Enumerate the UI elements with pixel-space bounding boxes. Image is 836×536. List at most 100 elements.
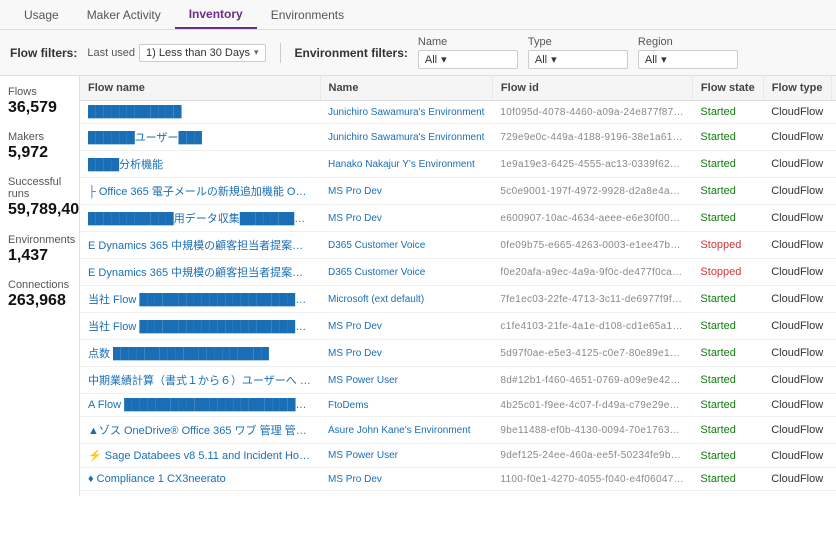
- table-cell-flow-name[interactable]: E Dynamics 365 中規模の顧客担当者提案補助機能: [80, 259, 320, 286]
- table-cell-flow-state: Started: [692, 205, 763, 232]
- last-used-filter-group: Last used 1) Less than 30 Days ▾: [87, 44, 265, 62]
- table-cell-flow-id: 1100-f0e1-4270-4055-f040-e4f060477f15: [492, 468, 692, 491]
- table-cell-flow-state: Started: [692, 313, 763, 340]
- last-used-select[interactable]: 1) Less than 30 Days ▾: [139, 44, 265, 62]
- last-used-chevron-icon: ▾: [254, 47, 259, 58]
- col-header-flow-state[interactable]: Flow state: [692, 76, 763, 101]
- stat-runs-label: Successful runs: [8, 176, 71, 200]
- stat-makers: Makers 5,972: [8, 131, 71, 162]
- top-nav: Usage Maker Activity Inventory Environme…: [0, 0, 836, 30]
- table-cell-flow-state: Started: [692, 444, 763, 468]
- table-row: ♦ Compliance 1 CX3neeratoMS Pro Dev1100-…: [80, 468, 836, 491]
- table-cell-flow-state: Started: [692, 367, 763, 394]
- name-filter-select[interactable]: All ▾: [418, 50, 518, 69]
- table-cell-flow-state: Started: [692, 124, 763, 151]
- last-used-label: Last used: [87, 47, 135, 59]
- table-cell-name[interactable]: Asure John Kane's Environment: [320, 417, 492, 444]
- table-cell-flow-type: CloudFlow: [763, 232, 831, 259]
- table-cell-name[interactable]: D365 Customer Voice: [320, 259, 492, 286]
- table-cell-flow-name[interactable]: ├ Office 365 電子メールの新規追加機能 OneDrive for B…: [80, 178, 320, 205]
- table-cell-name[interactable]: MS Power User: [320, 444, 492, 468]
- table-cell-flow-name[interactable]: ████████████: [80, 101, 320, 124]
- table-cell-flow-id: 100fa0e-cd98-490a-0743-c0f196fa04c1: [492, 491, 692, 497]
- table-cell-flow-id: 7fe1ec03-22fe-4713-3c11-de6977f9f0e1: [492, 286, 692, 313]
- tab-environments[interactable]: Environments: [257, 2, 358, 28]
- table-cell-flow-type: CloudFlow: [763, 124, 831, 151]
- stat-conn-label: Connections: [8, 279, 71, 291]
- table-cell-flow-name[interactable]: ♦ Compliance 1 CX3neerato: [80, 468, 320, 491]
- table-cell-name[interactable]: Junichiro Sawamura's Environment: [320, 101, 492, 124]
- table-cell-name[interactable]: Junichiro Sawamura's Environment: [320, 124, 492, 151]
- type-filter-select[interactable]: All ▾: [528, 50, 628, 69]
- tab-inventory[interactable]: Inventory: [175, 1, 257, 29]
- table-row: ⚡ Sage Databees v8 5.11 and Incident Hou…: [80, 444, 836, 468]
- table-cell-flow-id: e600907-10ac-4634-aeee-e6e30f000e86: [492, 205, 692, 232]
- table-cell-flow-name[interactable]: 中期業績計算（書式１から６）ユーザーへ To Do 生産的な仕事: [80, 367, 320, 394]
- table-cell-name[interactable]: MS Pro Dev: [320, 340, 492, 367]
- table-cell-flow-type: CloudFlow: [763, 417, 831, 444]
- name-filter-value: All: [425, 54, 437, 66]
- table-cell-name[interactable]: MS Power User: [320, 367, 492, 394]
- stat-conn-value: 263,968: [8, 291, 71, 310]
- table-row: ♦⚡ Kamate Fend Bot - Blank FendMS Pro De…: [80, 491, 836, 497]
- table-cell-name[interactable]: MS Pro Dev: [320, 205, 492, 232]
- table-cell-name[interactable]: MS Pro Dev: [320, 313, 492, 340]
- table-cell-flow-name[interactable]: ███████████用データ収集████████████: [80, 205, 320, 232]
- table-cell-flow-state: Started: [692, 491, 763, 497]
- col-header-flow-name[interactable]: Flow name: [80, 76, 320, 101]
- table-cell-flow-name[interactable]: ████分析機能: [80, 151, 320, 178]
- stat-makers-label: Makers: [8, 131, 71, 143]
- flow-filters-label: Flow filters:: [10, 46, 77, 60]
- table-cell-flow-name[interactable]: E Dynamics 365 中規模の顧客担当者提案補助機能 2: [80, 232, 320, 259]
- table-cell-flow-id: 1e9a19e3-6425-4555-ac13-0339f6217e02: [492, 151, 692, 178]
- main-content: Flows 36,579 Makers 5,972 Successful run…: [0, 76, 836, 496]
- col-header-connections[interactable]: Connections ▲: [831, 76, 836, 101]
- table-area[interactable]: Flow name Name Flow id Flow state Flow t…: [80, 76, 836, 496]
- table-cell-flow-type: CloudFlow: [763, 444, 831, 468]
- stat-connections: Connections 263,968: [8, 279, 71, 310]
- table-cell-flow-type: CloudFlow: [763, 286, 831, 313]
- col-header-flow-type[interactable]: Flow type: [763, 76, 831, 101]
- table-cell-flow-type: CloudFlow: [763, 491, 831, 497]
- table-cell-flow-type: CloudFlow: [763, 468, 831, 491]
- table-cell-name[interactable]: FtoDems: [320, 394, 492, 417]
- table-cell-flow-state: Started: [692, 101, 763, 124]
- table-cell-name[interactable]: Microsoft (ext default): [320, 286, 492, 313]
- table-cell-flow-name[interactable]: 当社 Flow ████████████████████████: [80, 313, 320, 340]
- table-cell-flow-name[interactable]: 当社 Flow ████████████████████████: [80, 286, 320, 313]
- filter-bar: Flow filters: Last used 1) Less than 30 …: [0, 30, 836, 76]
- table-cell-flow-name[interactable]: A Flow ███████████████████████████████: [80, 394, 320, 417]
- stat-makers-value: 5,972: [8, 143, 71, 162]
- stat-flows-value: 36,579: [8, 98, 71, 117]
- table-cell-flow-state: Started: [692, 394, 763, 417]
- table-cell-flow-name[interactable]: ██████ユーザー███: [80, 124, 320, 151]
- tab-maker-activity[interactable]: Maker Activity: [73, 2, 175, 28]
- region-filter-group: Region All ▾: [638, 36, 738, 69]
- table-cell-flow-name[interactable]: ♦⚡ Kamate Fend Bot - Blank Fend: [80, 491, 320, 497]
- table-row: E Dynamics 365 中規模の顧客担当者提案補助機能D365 Custo…: [80, 259, 836, 286]
- table-header-row: Flow name Name Flow id Flow state Flow t…: [80, 76, 836, 101]
- table-cell-name[interactable]: MS Pro Dev: [320, 491, 492, 497]
- table-cell-flow-type: CloudFlow: [763, 340, 831, 367]
- table-cell-name[interactable]: D365 Customer Voice: [320, 232, 492, 259]
- stat-flows-label: Flows: [8, 86, 71, 98]
- table-cell-flow-type: CloudFlow: [763, 259, 831, 286]
- table-cell-name[interactable]: MS Pro Dev: [320, 178, 492, 205]
- table-cell-flow-id: 4b25c01-f9ee-4c07-f-d49a-c79e29e9e91c: [492, 394, 692, 417]
- table-cell-flow-name[interactable]: ⚡ Sage Databees v8 5.11 and Incident Hou…: [80, 444, 320, 468]
- table-cell-flow-name[interactable]: 点数 ████████████████████: [80, 340, 320, 367]
- table-row: ███████████用データ収集████████████MS Pro Deve…: [80, 205, 836, 232]
- region-filter-label: Region: [638, 36, 738, 48]
- table-cell-name[interactable]: Hanako Nakajur Y's Environment: [320, 151, 492, 178]
- region-filter-select[interactable]: All ▾: [638, 50, 738, 69]
- col-header-name[interactable]: Name: [320, 76, 492, 101]
- table-cell-name[interactable]: MS Pro Dev: [320, 468, 492, 491]
- table-cell-flow-name[interactable]: ▲ゾス OneDrive® Office 365 ワブ 管理 管理 並列 管理 …: [80, 417, 320, 444]
- col-header-flow-id[interactable]: Flow id: [492, 76, 692, 101]
- table-cell-connections: 3: [831, 468, 836, 491]
- tab-usage[interactable]: Usage: [10, 2, 73, 28]
- table-row: ▲ゾス OneDrive® Office 365 ワブ 管理 管理 並列 管理 …: [80, 417, 836, 444]
- flows-table: Flow name Name Flow id Flow state Flow t…: [80, 76, 836, 496]
- stat-environments: Environments 1,437: [8, 234, 71, 265]
- table-row: E Dynamics 365 中規模の顧客担当者提案補助機能 2D365 Cus…: [80, 232, 836, 259]
